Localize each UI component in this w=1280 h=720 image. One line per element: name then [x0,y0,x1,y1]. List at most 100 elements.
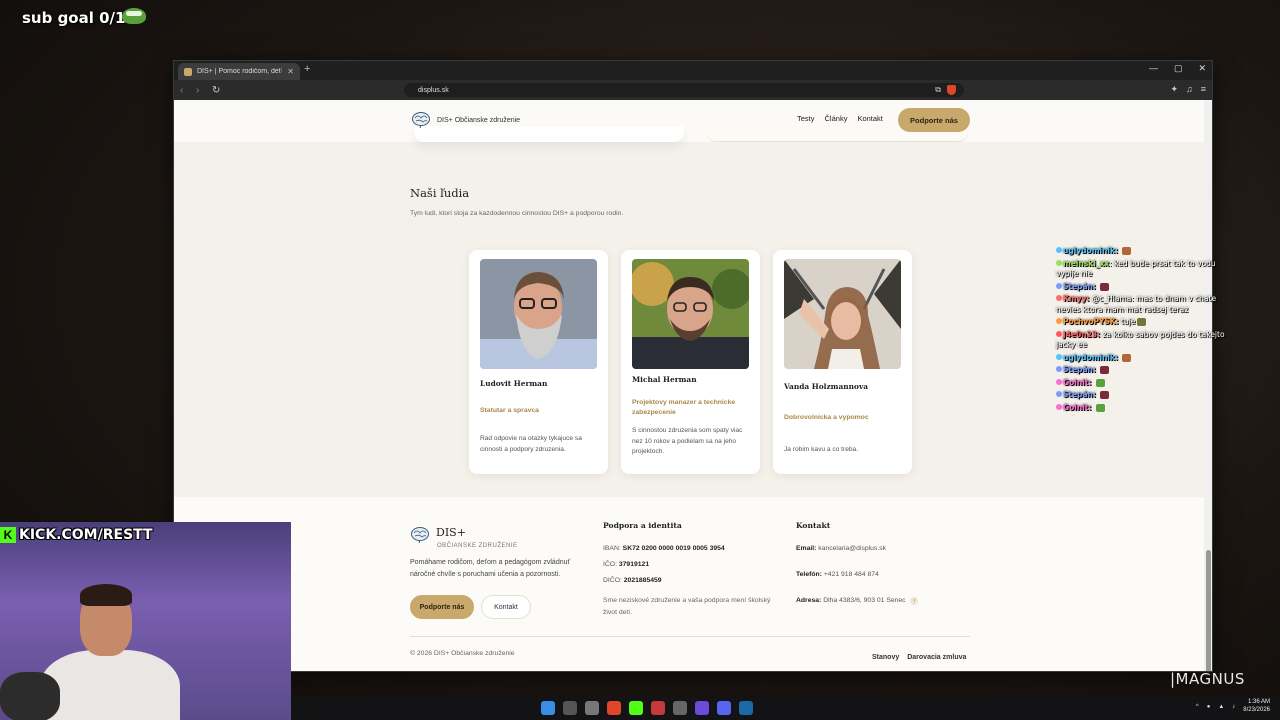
microphone-tray-icon[interactable]: ● [1207,704,1211,710]
person-card: Ludovit Herman Statutar a spravca Rad od… [469,250,608,474]
person-name: Ludovit Herman [480,379,548,388]
obs-icon[interactable] [673,701,687,715]
chat-username: meinski_xx [1063,258,1110,268]
emote-icon [1122,353,1132,362]
url-text: displus.sk [418,86,449,94]
person-photo [784,259,901,369]
chat-message: Goinit: [1056,378,1226,389]
badge-icon [1056,391,1062,397]
phone-label: Telefón: [796,571,822,578]
footer-tagline: Pomáhame rodičom, deťom a pedagógom zvlá… [410,559,571,578]
footer-logo[interactable]: DIS+ OBČIANSKE ZDRUŽENIE [410,526,518,549]
nav-item-testy[interactable]: Testy [797,114,815,123]
stream-watermark: |MAGNUS [1170,670,1245,688]
close-window-icon[interactable]: ✕ [1198,63,1206,74]
copyright: © 2026 DIS+ Občianske združenie [410,650,515,657]
nav-item-clanky[interactable]: Články [825,114,848,123]
footer-support-button[interactable]: Podporte nás [410,595,474,619]
tab-title: DIS+ | Pomoc rodičom, deťom a [197,68,282,75]
person-name: Vanda Holzmannova [784,382,869,391]
close-tab-icon[interactable]: ✕ [287,67,294,76]
brave-shield-icon[interactable] [947,85,956,95]
person-photo [480,259,597,369]
chat-message: Kmyy: @c_Hlama: mas to dnam v chate nevi… [1056,294,1226,315]
tab-bar: DIS+ | Pomoc rodičom, deťom a ✕ + — ▢ ✕ [174,61,1212,80]
kick-banner: K KICK.COM/RESTT [0,526,153,544]
legal-links: Stanovy Darovacia zmluva [872,654,966,661]
extensions-icon[interactable]: ✦ [1170,84,1178,95]
new-tab-icon[interactable]: + [304,63,310,75]
chat-message: uglydominik: [1056,246,1226,257]
email-value[interactable]: kancelaria@displus.sk [818,545,886,552]
start-icon[interactable] [541,701,555,715]
kick-logo-icon: K [0,527,16,543]
badge-icon [1056,366,1062,372]
chat-username: Kmyy: [1063,294,1090,303]
badge-icon [1056,378,1062,385]
clock[interactable]: 1:36 AM 8/23/2026 [1243,699,1270,715]
ico-value: 37919121 [618,561,650,568]
chat-message: uglydominik: [1056,353,1226,364]
stream-chat: uglydominik: meinski_xx: ked bude prsat … [1056,246,1226,415]
email-label: Email: [796,545,817,552]
chevron-up-icon[interactable]: ^ [1196,704,1199,710]
translate-icon[interactable]: ⧉ [935,85,941,95]
app-icon[interactable] [585,701,599,715]
taskbar: ^ ● ▲ ♪ 1:36 AM 8/23/2026 [291,696,1280,720]
nav-item-kontakt[interactable]: Kontakt [857,114,882,123]
volume-icon[interactable]: ♪ [1232,704,1235,710]
steam-icon[interactable] [739,701,753,715]
people-section-title: Naši ľudia [410,186,470,200]
app-icon[interactable] [651,701,665,715]
site-logo[interactable]: DIS+ Občianske združenie [411,111,520,129]
ico-label: IČO: [603,561,617,568]
terminal-icon[interactable] [563,701,577,715]
info-icon[interactable]: i [910,597,919,605]
media-icon[interactable]: ♫ [1186,84,1193,95]
menu-icon[interactable]: ≡ [1201,84,1206,95]
support-button[interactable]: Podporte nás [898,108,970,132]
forward-icon[interactable]: › [196,85,206,96]
clock-time: 1:36 AM [1247,699,1270,705]
email-row: Email: kancelaria@displus.sk [796,545,886,552]
dic-value: 2021885459 [623,577,662,584]
chat-username: Stepán: [1063,365,1096,374]
maximize-icon[interactable]: ▢ [1174,63,1183,74]
emote-icon [1095,403,1105,412]
streamer-body [40,650,180,720]
discord-icon[interactable] [717,701,731,715]
phone-row: Telefón: +421 918 484 874 [796,571,879,578]
chat-username: Goinit: [1063,377,1092,387]
network-icon[interactable]: ▲ [1218,704,1224,710]
link-darovacia-zmluva[interactable]: Darovacia zmluva [907,654,966,661]
person-description: Rad odpovie na otazky tykajuce sa cinnos… [480,435,582,453]
chat-message: PochvoPYSK: tuje [1056,317,1226,328]
phone-value[interactable]: +421 918 484 874 [824,571,879,578]
footer-contact-button[interactable]: Kontakt [481,595,531,619]
reload-icon[interactable]: ↻ [212,85,222,96]
minimize-icon[interactable]: — [1149,63,1158,74]
address-bar[interactable]: displus.sk ⧉ [404,83,964,97]
iban-value: SK72 0200 0000 0019 0005 3954 [622,545,725,552]
brave-icon[interactable] [607,701,621,715]
pepe-emote-icon [122,8,146,24]
back-icon[interactable]: ‹ [180,85,190,96]
kick-url: KICK.COM/RESTT [19,527,153,543]
scrollbar-thumb[interactable] [1206,550,1211,671]
browser-tab[interactable]: DIS+ | Pomoc rodičom, deťom a ✕ [178,63,300,80]
brain-logo-icon [412,112,430,129]
badge-icon [1056,330,1062,337]
emote-icon [1100,391,1110,399]
address-label: Adresa: [796,597,822,604]
footer-brand: DIS+ [436,526,466,539]
chat-message: Stepán: [1056,365,1226,376]
sub-goal-label: sub goal 0/1 [22,9,126,27]
person-description: S cinnostou zdruzenia som spaty viac nez… [632,427,743,456]
app-icon[interactable] [695,701,709,715]
kick-icon[interactable] [629,701,643,715]
iban-label: IBAN: [603,545,621,552]
link-stanovy[interactable]: Stanovy [872,654,899,661]
support-heading: Podpora a identita [603,521,682,530]
chat-username: Stepán: [1063,281,1096,291]
emote-icon [1122,247,1132,255]
